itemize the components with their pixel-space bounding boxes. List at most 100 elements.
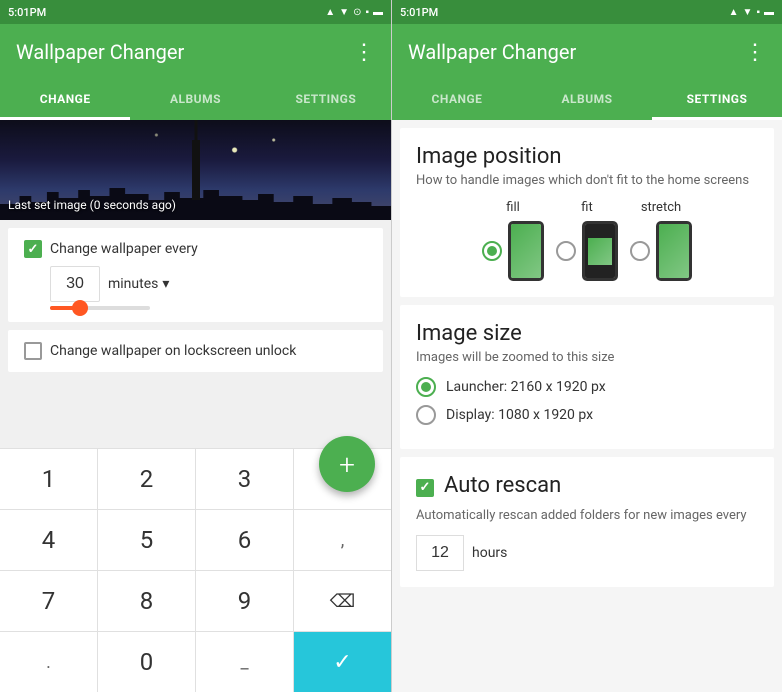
- dropdown-arrow-icon: ▾: [162, 276, 169, 292]
- backspace-icon: ⌫: [330, 591, 355, 612]
- wifi-icon-r: ▼: [743, 7, 753, 18]
- key-6[interactable]: 6: [196, 510, 294, 570]
- size-option-display: Display: 1080 x 1920 px: [416, 405, 758, 425]
- change-every-checkbox[interactable]: [24, 240, 42, 258]
- key-3[interactable]: 3: [196, 449, 294, 509]
- key-done[interactable]: ✓: [294, 632, 391, 692]
- app-bar-right: Wallpaper Changer ⋮: [392, 24, 782, 80]
- fab-button[interactable]: +: [319, 436, 375, 492]
- launcher-label: Launcher: 2160 x 1920 px: [446, 379, 606, 395]
- key-8[interactable]: 8: [98, 571, 196, 631]
- lockscreen-checkbox[interactable]: [24, 342, 42, 360]
- interval-unit-label: minutes: [108, 276, 158, 292]
- fab-icon: +: [339, 448, 355, 481]
- phone-screen-fill: [511, 224, 541, 278]
- status-bar-left: 5:01PM ▲ ▼ ⊙ ▪ ▬: [0, 0, 391, 24]
- tabs-left: CHANGE ALBUMS SETTINGS: [0, 80, 391, 120]
- fill-label: fill: [506, 200, 520, 215]
- hours-input[interactable]: [416, 535, 464, 571]
- image-position-options: fill fit: [416, 200, 758, 281]
- key-9[interactable]: 9: [196, 571, 294, 631]
- key-1[interactable]: 1: [0, 449, 98, 509]
- battery-icon-r: ▪: [756, 7, 760, 18]
- done-icon: ✓: [333, 650, 351, 675]
- key-4[interactable]: 4: [0, 510, 98, 570]
- option-fit: fit: [556, 200, 618, 281]
- notification-icon: ⊙: [353, 7, 361, 18]
- tab-settings-left[interactable]: SETTINGS: [261, 80, 391, 120]
- tab-change-right[interactable]: CHANGE: [392, 80, 522, 120]
- image-size-title: Image size: [416, 321, 758, 346]
- wallpaper-preview: Last set image (0 seconds ago): [0, 120, 391, 220]
- change-every-label: Change wallpaper every: [50, 241, 198, 257]
- key-0[interactable]: 0: [98, 632, 196, 692]
- image-size-section: Image size Images will be zoomed to this…: [400, 305, 774, 449]
- preview-label: Last set image (0 seconds ago): [8, 198, 176, 212]
- tab-change-left[interactable]: CHANGE: [0, 80, 130, 120]
- app-bar-left: Wallpaper Changer ⋮: [0, 24, 391, 80]
- numpad-row-2: 4 5 6 ,: [0, 509, 391, 570]
- phone-screen-stretch: [659, 224, 689, 278]
- numpad-row-4: . 0 _ ✓: [0, 631, 391, 692]
- key-7[interactable]: 7: [0, 571, 98, 631]
- wifi-icon: ▼: [339, 7, 349, 18]
- radio-fill[interactable]: [482, 241, 502, 261]
- lockscreen-card: Change wallpaper on lockscreen unlock: [8, 330, 383, 372]
- stretch-option-row: [630, 221, 692, 281]
- left-content: Last set image (0 seconds ago) Change wa…: [0, 120, 391, 448]
- key-backspace[interactable]: ⌫: [294, 571, 391, 631]
- overflow-menu-right[interactable]: ⋮: [744, 40, 766, 65]
- tab-settings-right[interactable]: SETTINGS: [652, 80, 782, 120]
- image-position-section: Image position How to handle images whic…: [400, 128, 774, 297]
- fit-label: fit: [581, 200, 592, 215]
- radio-fit[interactable]: [556, 241, 576, 261]
- auto-rescan-section: Auto rescan Automatically rescan added f…: [400, 457, 774, 587]
- radio-display[interactable]: [416, 405, 436, 425]
- hours-label: hours: [472, 545, 507, 561]
- overflow-menu-left[interactable]: ⋮: [353, 40, 375, 65]
- interval-slider-container: [24, 306, 367, 310]
- hours-row: hours: [416, 535, 758, 571]
- auto-rescan-checkbox[interactable]: [416, 479, 434, 497]
- radio-launcher[interactable]: [416, 377, 436, 397]
- image-size-desc: Images will be zoomed to this size: [416, 350, 758, 365]
- interval-slider-track: [50, 306, 150, 310]
- option-fill: fill: [482, 200, 544, 281]
- interval-unit-dropdown[interactable]: minutes ▾: [108, 276, 169, 292]
- auto-rescan-title: Auto rescan: [444, 473, 561, 498]
- size-option-launcher: Launcher: 2160 x 1920 px: [416, 377, 758, 397]
- left-panel: 5:01PM ▲ ▼ ⊙ ▪ ▬ Wallpaper Changer ⋮ CHA…: [0, 0, 391, 692]
- display-label: Display: 1080 x 1920 px: [446, 407, 593, 423]
- key-2[interactable]: 2: [98, 449, 196, 509]
- key-comma[interactable]: ,: [294, 510, 391, 570]
- time-left: 5:01PM: [8, 6, 46, 19]
- phone-stretch: [656, 221, 692, 281]
- time-right: 5:01PM: [400, 6, 438, 19]
- stretch-label: stretch: [641, 200, 681, 215]
- settings-content: Image position How to handle images whic…: [392, 120, 782, 692]
- slider-thumb[interactable]: [72, 300, 88, 316]
- tower-icon: [192, 140, 200, 200]
- key-5[interactable]: 5: [98, 510, 196, 570]
- status-icons-left: ▲ ▼ ⊙ ▪ ▬: [325, 7, 383, 18]
- right-panel: 5:01PM ▲ ▼ ▪ ▬ Wallpaper Changer ⋮ CHANG…: [391, 0, 782, 692]
- battery-level-r: ▬: [764, 7, 774, 18]
- auto-rescan-desc: Automatically rescan added folders for n…: [416, 508, 758, 523]
- lockscreen-label: Change wallpaper on lockscreen unlock: [50, 343, 296, 359]
- app-title-right: Wallpaper Changer: [408, 40, 576, 64]
- tab-albums-right[interactable]: ALBUMS: [522, 80, 652, 120]
- tab-albums-left[interactable]: ALBUMS: [130, 80, 260, 120]
- key-underscore[interactable]: _: [196, 632, 294, 692]
- battery-level-icon: ▬: [373, 7, 383, 18]
- interval-row: minutes ▾: [24, 266, 367, 302]
- image-position-title: Image position: [416, 144, 758, 169]
- lockscreen-row: Change wallpaper on lockscreen unlock: [24, 342, 367, 360]
- phone-screen-fit: [585, 224, 615, 278]
- app-title-left: Wallpaper Changer: [16, 40, 184, 64]
- phone-fit: [582, 221, 618, 281]
- change-every-row: Change wallpaper every: [24, 240, 367, 258]
- key-dot[interactable]: .: [0, 632, 98, 692]
- status-bar-right: 5:01PM ▲ ▼ ▪ ▬: [392, 0, 782, 24]
- interval-input[interactable]: [50, 266, 100, 302]
- radio-stretch[interactable]: [630, 241, 650, 261]
